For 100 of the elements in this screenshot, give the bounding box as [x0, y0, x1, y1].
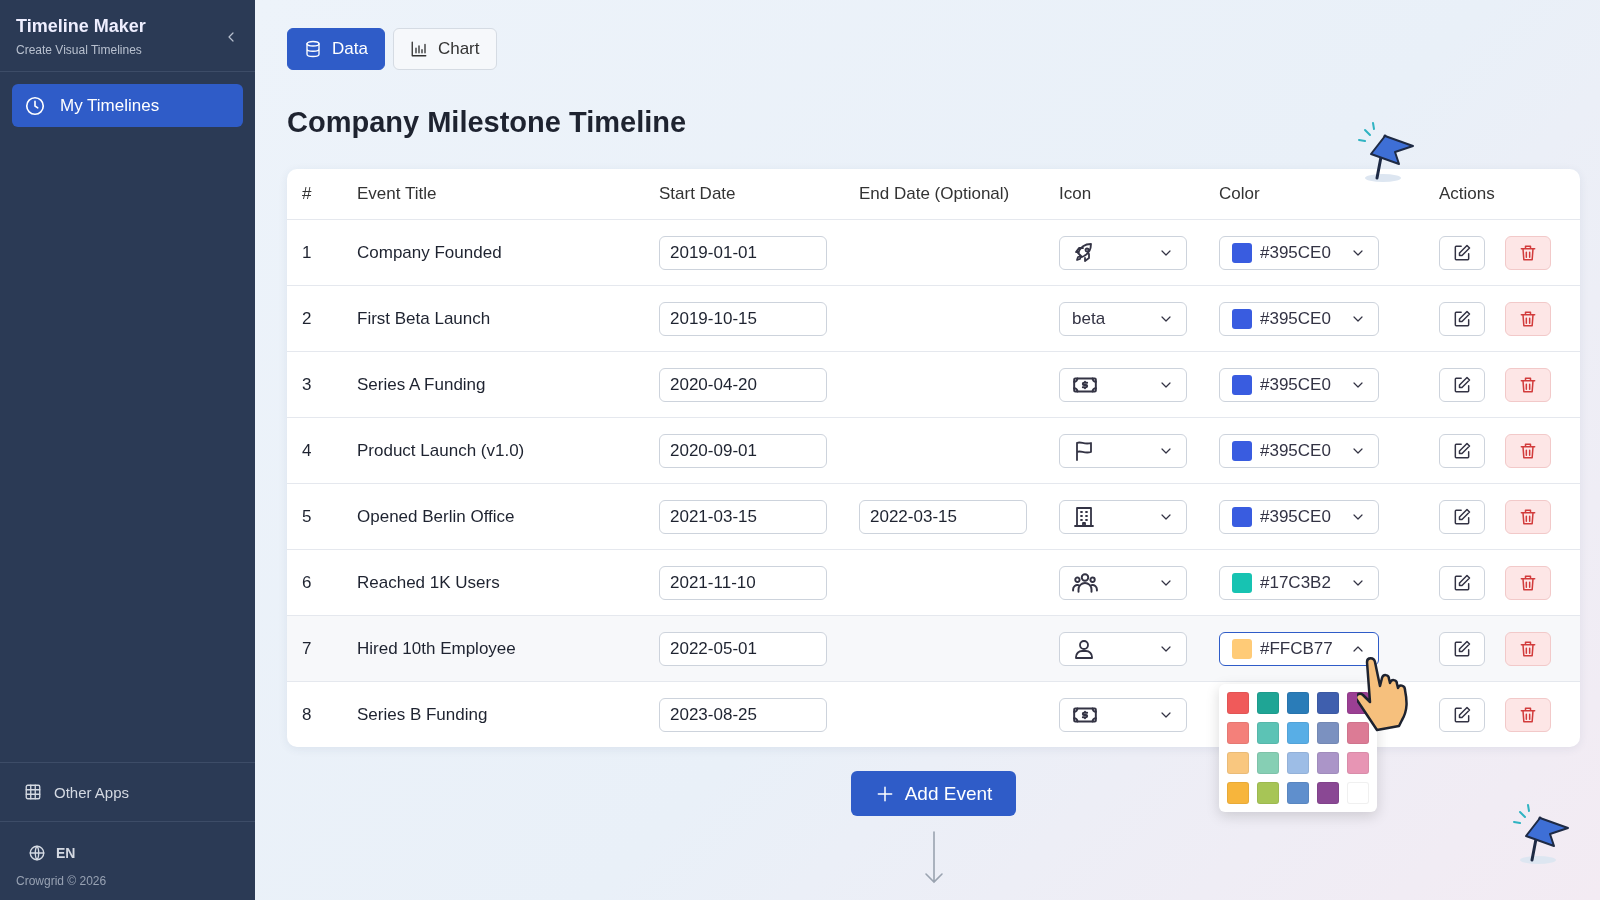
edit-icon: [1452, 572, 1472, 593]
view-tab[interactable]: Chart: [392, 28, 497, 70]
row-number: 5: [301, 506, 313, 527]
column-header: Start Date: [659, 184, 737, 204]
delete-button[interactable]: [1505, 433, 1551, 468]
color-dropdown[interactable]: #17C3B2: [1219, 565, 1379, 600]
icon-dropdown[interactable]: [1059, 499, 1187, 534]
icon-dropdown[interactable]: [1059, 697, 1187, 732]
palette-swatch[interactable]: [1257, 781, 1279, 804]
edit-button[interactable]: [1439, 367, 1485, 402]
icon-dropdown[interactable]: [1059, 565, 1187, 600]
palette-swatch[interactable]: [1227, 751, 1249, 774]
palette-swatch[interactable]: [1227, 721, 1249, 744]
app-subtitle: Create Visual Timelines: [16, 43, 143, 57]
color-dropdown[interactable]: #395CE0: [1219, 301, 1379, 336]
start-date-field[interactable]: 2019-10-15: [659, 301, 827, 336]
palette-swatch[interactable]: [1227, 781, 1249, 804]
sidebar-item[interactable]: My Timelines: [12, 84, 243, 127]
start-date-field[interactable]: 2019-01-01: [659, 235, 827, 270]
delete-button[interactable]: [1505, 235, 1551, 270]
edit-button[interactable]: [1439, 433, 1485, 468]
delete-button[interactable]: [1505, 301, 1551, 336]
palette-swatch[interactable]: [1317, 721, 1339, 744]
edit-button[interactable]: [1439, 499, 1485, 534]
start-date-field[interactable]: 2020-04-20: [659, 367, 827, 402]
view-tab[interactable]: Data: [287, 28, 385, 70]
event-title: Product Launch (v1.0): [357, 440, 526, 461]
edit-icon: [1452, 704, 1472, 725]
color-dropdown[interactable]: #395CE0: [1219, 433, 1379, 468]
database-icon: [304, 40, 322, 58]
column-header: Actions: [1439, 184, 1496, 204]
icon-label: beta: [1072, 308, 1106, 329]
palette-swatch[interactable]: [1257, 721, 1279, 744]
event-title: Opened Berlin Office: [357, 506, 516, 527]
building-icon: [1072, 504, 1096, 529]
row-number: 6: [301, 572, 313, 593]
palette-swatch[interactable]: [1287, 781, 1309, 804]
row-number: 4: [301, 440, 313, 461]
bar-chart-icon: [409, 40, 428, 58]
event-title: Company Founded: [357, 242, 503, 263]
edit-button[interactable]: [1439, 697, 1485, 732]
icon-dropdown[interactable]: [1059, 631, 1187, 666]
add-event-button[interactable]: Add Event: [850, 771, 1017, 816]
edit-button[interactable]: [1439, 301, 1485, 336]
delete-button[interactable]: [1505, 565, 1551, 600]
start-date-field[interactable]: 2021-03-15: [659, 499, 827, 534]
event-title: Hired 10th Employee: [357, 638, 517, 659]
color-dropdown[interactable]: #FFCB77: [1219, 631, 1379, 666]
start-date-field[interactable]: 2021-11-10: [659, 565, 827, 600]
palette-swatch[interactable]: [1317, 691, 1339, 714]
start-date-field[interactable]: 2022-05-01: [659, 631, 827, 666]
other-apps-link[interactable]: Other Apps: [54, 783, 130, 801]
delete-button[interactable]: [1505, 631, 1551, 666]
edit-button[interactable]: [1439, 631, 1485, 666]
palette-swatch[interactable]: [1347, 751, 1369, 774]
palette-swatch[interactable]: [1317, 751, 1339, 774]
color-dropdown[interactable]: #395CE0: [1219, 235, 1379, 270]
palette-swatch[interactable]: [1317, 781, 1339, 804]
palette-swatch[interactable]: [1227, 691, 1249, 714]
delete-button[interactable]: [1505, 367, 1551, 402]
edit-button[interactable]: [1439, 235, 1485, 270]
event-title: Series B Funding: [357, 704, 489, 725]
event-title: First Beta Launch: [357, 308, 492, 329]
column-header: #: [301, 184, 313, 204]
app-title: Timeline Maker: [16, 16, 146, 37]
column-header: End Date (Optional): [859, 184, 1011, 204]
row-number: 1: [301, 242, 313, 263]
color-dropdown[interactable]: #395CE0: [1219, 499, 1379, 534]
column-header: Icon: [1059, 184, 1093, 204]
start-date-field[interactable]: 2023-08-25: [659, 697, 827, 732]
delete-button[interactable]: [1505, 499, 1551, 534]
icon-dropdown[interactable]: [1059, 433, 1187, 468]
start-date-field[interactable]: 2020-09-01: [659, 433, 827, 468]
language-selector[interactable]: EN: [56, 845, 76, 861]
delete-button[interactable]: [1505, 697, 1551, 732]
color-dropdown[interactable]: #395CE0: [1219, 367, 1379, 402]
clock-icon: [24, 94, 46, 117]
edit-icon: [1452, 242, 1472, 263]
edit-icon: [1452, 506, 1472, 527]
palette-swatch[interactable]: [1347, 721, 1369, 744]
edit-icon: [1452, 374, 1472, 395]
icon-dropdown[interactable]: [1059, 235, 1187, 270]
row-number: 7: [301, 638, 313, 659]
palette-swatch[interactable]: [1287, 721, 1309, 744]
column-header: Color: [1219, 184, 1261, 204]
icon-dropdown[interactable]: beta: [1059, 301, 1187, 336]
row-number: 8: [301, 704, 313, 725]
palette-swatch[interactable]: [1257, 751, 1279, 774]
globe-icon: [28, 844, 46, 862]
column-header: Event Title: [357, 184, 438, 204]
edit-button[interactable]: [1439, 565, 1485, 600]
edit-icon: [1452, 308, 1472, 329]
edit-icon: [1452, 638, 1472, 659]
end-date-field[interactable]: 2022-03-15: [859, 499, 1027, 534]
copyright-text: Crowgrid © 2026: [15, 873, 108, 890]
palette-swatch[interactable]: [1257, 691, 1279, 714]
palette-swatch[interactable]: [1287, 751, 1309, 774]
icon-dropdown[interactable]: [1059, 367, 1187, 402]
palette-swatch[interactable]: [1287, 691, 1309, 714]
page-title: Company Milestone Timeline: [287, 106, 688, 139]
